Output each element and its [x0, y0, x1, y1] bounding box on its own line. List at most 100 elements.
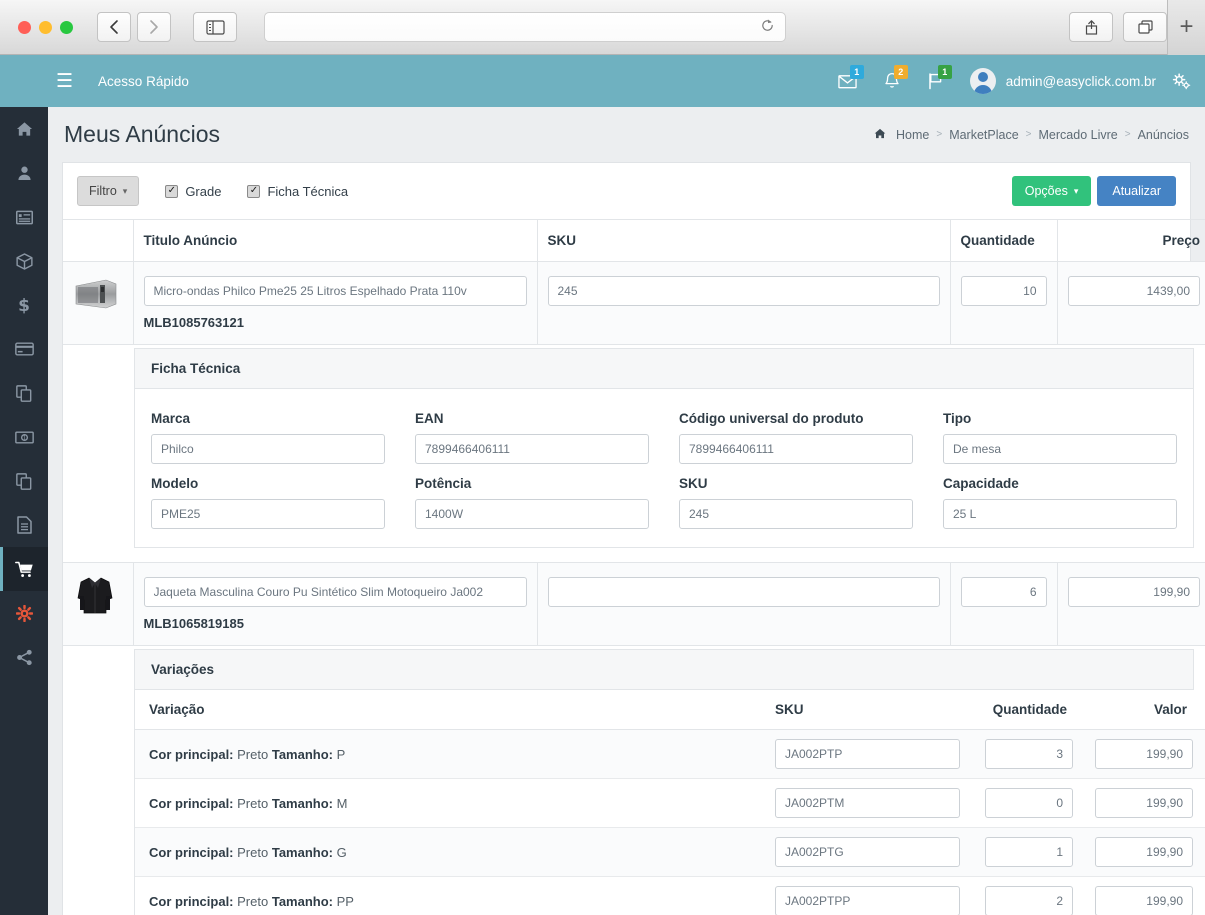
- address-bar[interactable]: [264, 12, 786, 42]
- sidebar-item-list[interactable]: [0, 195, 48, 239]
- show-sidebar-button[interactable]: [193, 12, 237, 42]
- checkbox-grade[interactable]: ✓: [165, 184, 179, 198]
- breadcrumb-item-0[interactable]: Home: [896, 128, 929, 142]
- field-codigo-universal-input[interactable]: [679, 434, 913, 464]
- ficha-row-1: Marca EAN Código universal do produto: [151, 411, 1177, 464]
- variation-sku-input[interactable]: [775, 886, 960, 915]
- chevron-down-icon: ▾: [122, 185, 128, 196]
- field-capacidade: Capacidade: [943, 476, 1177, 529]
- user-email-label[interactable]: admin@easyclick.com.br: [1006, 74, 1156, 89]
- messages-button[interactable]: 1: [826, 55, 870, 107]
- sidebar-item-copies[interactable]: [0, 371, 48, 415]
- product-title-input[interactable]: [143, 577, 527, 607]
- product-sku-input[interactable]: [547, 577, 940, 607]
- page-header: Meus Anúncios Home > MarketPlace > Merca…: [48, 107, 1205, 162]
- variation-quantity-input[interactable]: [985, 837, 1073, 867]
- checkbox-ficha-tecnica-group[interactable]: ✓ Ficha Técnica: [247, 184, 348, 199]
- variation-sku-input[interactable]: [775, 788, 960, 818]
- field-marca-input[interactable]: [151, 434, 385, 464]
- product-title-cell: MLB1085763121: [132, 261, 537, 345]
- table-row: MLB1085763121: [63, 261, 1205, 345]
- jacket-thumbnail: [71, 575, 118, 615]
- sidebar-item-share[interactable]: [0, 635, 48, 679]
- checkbox-ficha-tecnica[interactable]: ✓: [247, 184, 261, 198]
- share-button[interactable]: [1069, 12, 1113, 42]
- copy-icon: [16, 384, 32, 402]
- notifications-button[interactable]: 2: [870, 55, 914, 107]
- field-sku-input[interactable]: [679, 499, 913, 529]
- back-button[interactable]: [97, 12, 131, 42]
- product-price-input[interactable]: [1067, 276, 1200, 306]
- sidebar-item-users[interactable]: [0, 151, 48, 195]
- sidebar-item-home[interactable]: [0, 107, 48, 151]
- ficha-tecnica-cell: Ficha Técnica Marca EAN: [63, 344, 1205, 563]
- variation-size-value: G: [336, 844, 347, 860]
- sidebar-item-marketplace[interactable]: [0, 547, 48, 591]
- maximize-window-button[interactable]: [60, 20, 73, 34]
- sidebar-item-finance[interactable]: $: [0, 283, 48, 327]
- breadcrumb-item-3: Anúncios: [1137, 127, 1189, 142]
- ficha-tecnica-title: Ficha Técnica: [135, 349, 1193, 389]
- breadcrumb-item-1[interactable]: MarketPlace: [949, 128, 1018, 142]
- variation-sku-input[interactable]: [775, 739, 960, 769]
- toolbar-actions: Opções ▾ Atualizar: [1011, 176, 1176, 206]
- show-all-tabs-button[interactable]: [1123, 12, 1167, 42]
- variation-value-input[interactable]: [1095, 886, 1193, 915]
- menu-toggle-icon[interactable]: ☰: [56, 72, 73, 91]
- column-price: Preço: [1056, 219, 1205, 262]
- minimize-window-button[interactable]: [39, 20, 52, 34]
- sidebar-item-settings[interactable]: [0, 591, 48, 635]
- field-sku: SKU: [679, 476, 913, 529]
- variation-quantity-input[interactable]: [985, 886, 1073, 915]
- sidebar-item-duplicates[interactable]: [0, 459, 48, 503]
- ficha-tecnica-panel: Ficha Técnica Marca EAN: [134, 348, 1194, 548]
- field-modelo-input[interactable]: [151, 499, 385, 529]
- variation-value-input[interactable]: [1095, 739, 1193, 769]
- new-tab-button[interactable]: +: [1167, 0, 1205, 55]
- chevron-left-icon: [110, 20, 118, 34]
- options-button[interactable]: Opções ▾: [1011, 176, 1092, 206]
- share-icon: [16, 649, 32, 665]
- sidebar-item-products[interactable]: [0, 239, 48, 283]
- settings-button[interactable]: [1172, 72, 1191, 90]
- variation-sku-input[interactable]: [775, 837, 960, 867]
- product-sku-input[interactable]: [547, 276, 940, 306]
- variation-sku-cell: [765, 778, 975, 828]
- field-ean-input[interactable]: [415, 434, 649, 464]
- column-quantity: Quantidade: [949, 219, 1057, 262]
- product-thumbnail-cell: [63, 562, 133, 646]
- sidebar-item-payments[interactable]: [0, 327, 48, 371]
- breadcrumb-item-2[interactable]: Mercado Livre: [1039, 128, 1118, 142]
- url-input[interactable]: [275, 20, 760, 34]
- product-quantity-input[interactable]: [960, 577, 1047, 607]
- variation-size-label: Tamanho:: [271, 746, 333, 762]
- variation-value-input[interactable]: [1095, 788, 1193, 818]
- variation-quantity-input[interactable]: [985, 788, 1073, 818]
- close-window-button[interactable]: [18, 20, 31, 34]
- checkbox-grade-group[interactable]: ✓ Grade: [165, 184, 221, 199]
- sidebar-panel-icon: [205, 19, 225, 35]
- sidebar-item-money[interactable]: 1: [0, 415, 48, 459]
- product-price-input[interactable]: [1067, 577, 1200, 607]
- update-button[interactable]: Atualizar: [1097, 176, 1176, 206]
- product-quantity-input[interactable]: [960, 276, 1047, 306]
- field-tipo-input[interactable]: [943, 434, 1177, 464]
- forward-button[interactable]: [137, 12, 171, 42]
- variation-quantity-input[interactable]: [985, 739, 1073, 769]
- variation-value-input[interactable]: [1095, 837, 1193, 867]
- product-sku-cell: [536, 261, 950, 345]
- variation-description: Cor principal: Preto Tamanho: P: [135, 729, 765, 779]
- field-capacidade-input[interactable]: [943, 499, 1177, 529]
- filter-button[interactable]: Filtro ▾: [77, 176, 140, 206]
- field-potencia-input[interactable]: [415, 499, 649, 529]
- reload-icon[interactable]: [760, 18, 775, 37]
- avatar[interactable]: [969, 68, 996, 94]
- variations-column-sku: SKU: [765, 690, 975, 730]
- breadcrumb-separator: >: [1025, 129, 1032, 140]
- table-row: MLB1065819185: [63, 562, 1205, 646]
- quick-access-link[interactable]: Acesso Rápido: [98, 74, 189, 89]
- money-bill-icon: 1: [14, 430, 34, 444]
- sidebar-item-reports[interactable]: [0, 503, 48, 547]
- tasks-button[interactable]: 1: [914, 55, 958, 107]
- product-title-input[interactable]: [143, 276, 527, 306]
